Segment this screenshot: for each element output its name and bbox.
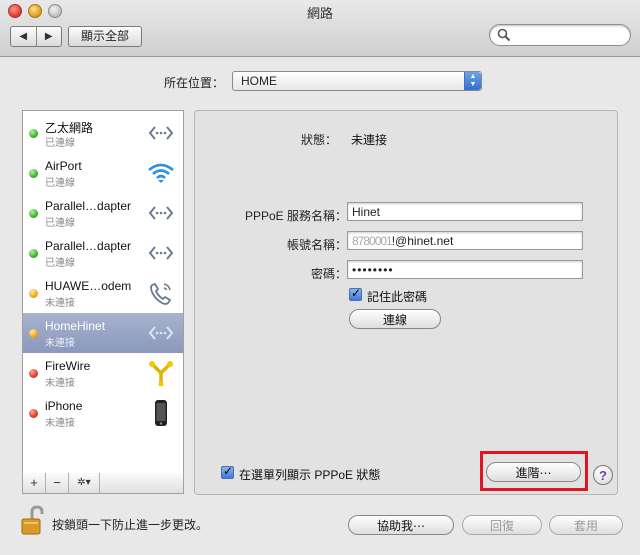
- service-item-parallels-2[interactable]: Parallel…dapter 已連線: [23, 233, 183, 273]
- firewire-icon: [149, 361, 173, 387]
- pppoe-service-label: PPPoE 服務名稱：: [244, 209, 347, 223]
- status-dot-green: [29, 209, 38, 218]
- service-name: iPhone: [45, 399, 83, 413]
- show-pppoe-menu-checkbox[interactable]: [221, 464, 234, 479]
- service-item-firewire[interactable]: FireWire 未連接: [23, 353, 183, 393]
- status-dot-green: [29, 129, 38, 138]
- status-dot-yellow: [29, 329, 38, 338]
- service-item-iphone[interactable]: iPhone 未連接: [23, 393, 183, 433]
- account-obscured-text: 8780001: [352, 234, 393, 248]
- back-forward-control: ◀ ▶: [10, 26, 62, 47]
- service-name: HUAWE…odem: [45, 279, 132, 293]
- service-status: 已連線: [45, 258, 75, 269]
- popup-arrows-icon: ▲ ▼: [464, 72, 481, 90]
- window-titlebar: 網路 ◀ ▶ 顯示全部: [0, 0, 640, 57]
- service-item-ethernet[interactable]: 乙太網路 已連線: [23, 113, 183, 153]
- status-value: 未連接: [351, 133, 388, 147]
- password-label: 密碼：: [310, 267, 347, 281]
- remember-password-label: 記住此密碼: [367, 290, 428, 304]
- remember-password-checkbox[interactable]: [349, 286, 362, 301]
- ethernet-icon: [148, 246, 174, 260]
- ethernet-icon: [148, 326, 174, 340]
- service-status: 已連線: [45, 218, 75, 229]
- location-row: 所在位置： HOME ▲ ▼: [0, 70, 640, 92]
- status-dot-green: [29, 169, 38, 178]
- highlight-box: [480, 451, 588, 491]
- iphone-icon: [155, 400, 167, 426]
- service-status: 未連接: [45, 338, 75, 349]
- assist-me-button[interactable]: 協助我⋯: [348, 515, 454, 535]
- show-pppoe-menu-label: 在選單列顯示 PPPoE 狀態: [239, 468, 381, 482]
- service-list-toolbar: + − ✲▾: [22, 473, 184, 494]
- status-label: 狀態：: [300, 133, 337, 147]
- service-status: 未連接: [45, 418, 75, 429]
- service-name: Parallel…dapter: [45, 239, 132, 253]
- service-item-airport[interactable]: AirPort 已連線: [23, 153, 183, 193]
- pppoe-service-field[interactable]: Hinet: [347, 202, 583, 221]
- service-name: AirPort: [45, 159, 82, 173]
- account-domain-text: !@hinet.net: [391, 234, 454, 248]
- ethernet-icon: [148, 126, 174, 140]
- service-item-huawei-modem[interactable]: HUAWE…odem 未連接: [23, 273, 183, 313]
- modem-phone-icon: [150, 282, 172, 305]
- service-status: 未連接: [45, 378, 75, 389]
- revert-button[interactable]: 回復: [462, 515, 542, 535]
- window-title: 網路: [306, 6, 333, 21]
- service-item-parallels-1[interactable]: Parallel…dapter 已連線: [23, 193, 183, 233]
- service-name: Parallel…dapter: [45, 199, 132, 213]
- gear-menu-button[interactable]: ✲▾: [69, 473, 100, 493]
- service-detail-panel: 狀態： 未連接 PPPoE 服務名稱： Hinet 帳號名稱： 8780001!…: [194, 110, 618, 495]
- status-dot-green: [29, 249, 38, 258]
- forward-button[interactable]: ▶: [37, 27, 62, 46]
- status-dot-red: [29, 409, 38, 418]
- account-name-field[interactable]: 8780001!@hinet.net: [347, 231, 583, 250]
- location-value: HOME: [241, 74, 277, 88]
- ethernet-icon: [148, 206, 174, 220]
- help-button[interactable]: ?: [593, 465, 613, 485]
- wifi-icon: [148, 163, 174, 183]
- search-icon: [497, 28, 511, 42]
- service-name: HomeHinet: [45, 319, 106, 333]
- service-list: 乙太網路 已連線 AirPort 已連線 Parallel…dapter 已連線…: [22, 110, 184, 475]
- service-item-homehinet[interactable]: HomeHinet 未連接: [23, 313, 183, 353]
- service-status: 未連接: [45, 298, 75, 309]
- location-popup[interactable]: HOME ▲ ▼: [232, 71, 482, 91]
- apply-button[interactable]: 套用: [549, 515, 623, 535]
- remove-service-button[interactable]: −: [46, 473, 69, 493]
- status-dot-yellow: [29, 289, 38, 298]
- connect-button[interactable]: 連線: [349, 309, 441, 329]
- service-status: 已連線: [45, 138, 75, 149]
- service-status: 已連線: [45, 178, 75, 189]
- status-dot-red: [29, 369, 38, 378]
- show-all-button[interactable]: 顯示全部: [68, 26, 142, 47]
- lock-hint-text: 按鎖頭一下防止進一步更改。: [52, 518, 209, 532]
- password-field[interactable]: ••••••••: [347, 260, 583, 279]
- search-field[interactable]: [489, 24, 631, 46]
- location-label: 所在位置：: [164, 76, 225, 90]
- add-service-button[interactable]: +: [23, 473, 46, 493]
- service-name: FireWire: [45, 359, 91, 373]
- back-button[interactable]: ◀: [11, 27, 37, 46]
- lock-icon[interactable]: [20, 505, 46, 537]
- account-name-label: 帳號名稱：: [286, 238, 347, 252]
